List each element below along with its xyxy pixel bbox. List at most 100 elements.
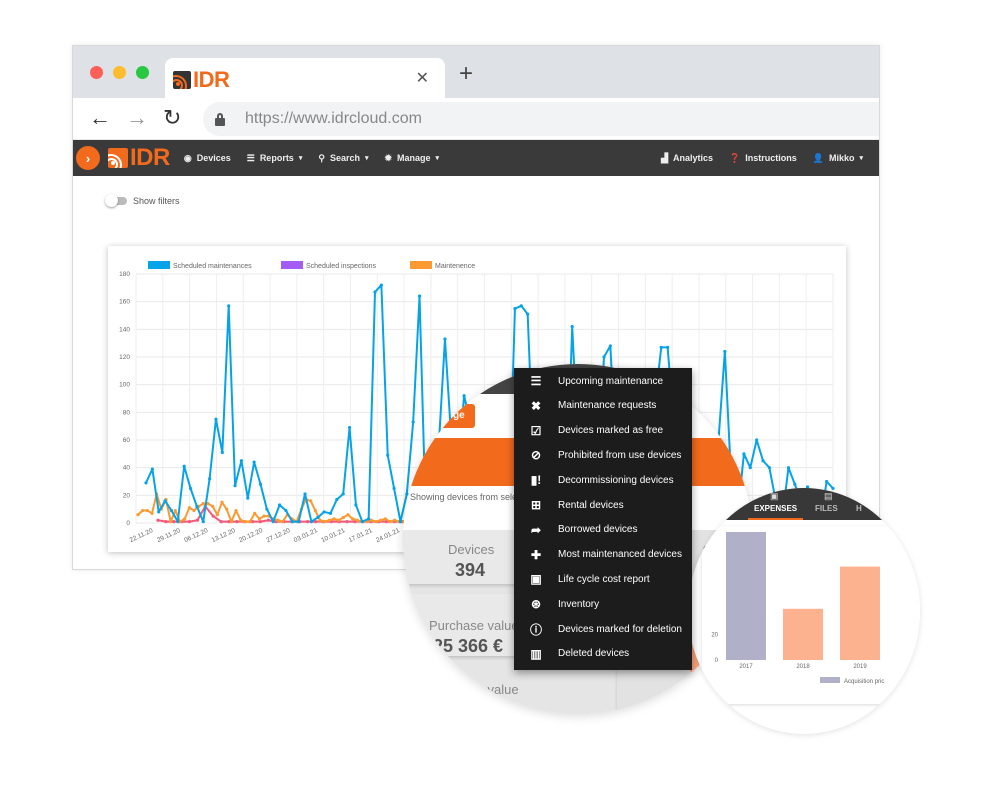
nav-item-devices[interactable]: ◉ Devices <box>184 153 231 164</box>
url-field[interactable]: https://www.idrcloud.com <box>203 102 879 136</box>
menu-item-inventory[interactable]: ⊛ Inventory <box>514 592 692 616</box>
data-point <box>786 466 791 470</box>
data-point <box>187 506 191 510</box>
plus-icon[interactable]: + <box>459 62 473 86</box>
data-point <box>379 518 383 522</box>
y-tick-label: 40 <box>123 465 131 472</box>
data-point <box>392 486 396 491</box>
nav-item-instructions[interactable]: ❓ Instructions <box>729 153 797 164</box>
data-point <box>335 497 339 502</box>
data-point <box>188 486 193 491</box>
window-maximize-button[interactable] <box>136 66 149 79</box>
menu-item-label: Upcoming maintenance <box>558 375 664 387</box>
menu-item-label: Decommissioning devices <box>558 474 674 486</box>
nav-item-reports[interactable]: ☰ Reports ▾ <box>247 153 303 164</box>
stat-label: Devices <box>448 542 495 557</box>
data-point <box>411 420 415 424</box>
arrow-right-icon[interactable]: → <box>126 106 148 130</box>
data-point <box>252 460 256 464</box>
data-point <box>297 520 301 524</box>
data-point <box>761 459 765 463</box>
x-tick-label: 13.12.20 <box>211 527 237 544</box>
tools-icon: ✖ <box>530 398 542 413</box>
menu-item-deleted-devices[interactable]: ▥ Deleted devices <box>514 642 692 666</box>
data-point <box>354 503 358 507</box>
data-point <box>462 394 466 398</box>
nav-right: ▟ Analytics ❓ Instructions 👤 Mikko ▾ <box>661 153 879 164</box>
nav-item-analytics[interactable]: ▟ Analytics <box>661 153 713 164</box>
menu-item-rental-devices[interactable]: ⊞ Rental devices <box>514 493 692 517</box>
window-close-button[interactable] <box>90 66 103 79</box>
menu-item-most-maintenanced-devices[interactable]: ✚ Most maintenanced devices <box>514 543 692 567</box>
data-point <box>182 464 186 468</box>
menu-item-devices-marked-for-deletion[interactable]: ⓘ Devices marked for deletion <box>514 617 692 641</box>
data-point <box>257 517 261 521</box>
sidebar-toggle-button[interactable]: › <box>76 146 100 170</box>
menu-item-decommissioning-devices[interactable]: ▮! Decommissioning devices <box>514 468 692 492</box>
data-point <box>214 417 218 421</box>
data-point <box>367 517 371 521</box>
window-minimize-button[interactable] <box>113 66 126 79</box>
data-point <box>239 459 244 463</box>
data-point <box>793 482 797 486</box>
checklist-icon: ☑ <box>530 423 542 438</box>
y-tick-label: 60 <box>123 437 131 444</box>
x-tick-label: 03.01.21 <box>293 527 319 544</box>
data-point <box>290 520 294 524</box>
data-point <box>323 520 327 524</box>
gear-icon: ✹ <box>384 152 393 163</box>
menu-item-upcoming-maintenance[interactable]: ☰ Upcoming maintenance <box>514 369 692 393</box>
data-point <box>341 492 345 496</box>
browser-tab[interactable]: IDR ✕ <box>165 58 445 98</box>
tab-expenses[interactable]: EXPENSES <box>754 504 797 513</box>
bar <box>840 566 880 660</box>
bar <box>726 532 766 660</box>
x-tick-label: 06.12.20 <box>183 527 209 544</box>
x-tick-label: 27.12.20 <box>265 527 291 544</box>
menu-item-label: Devices marked as free <box>558 425 664 437</box>
arrow-left-icon[interactable]: ← <box>89 106 111 130</box>
search-icon: ⚲ <box>318 152 325 163</box>
data-point <box>666 345 670 349</box>
data-point <box>825 479 829 484</box>
data-point <box>417 294 422 298</box>
data-point <box>150 467 154 471</box>
menu-item-devices-marked-as-free[interactable]: ☑ Devices marked as free <box>514 419 692 443</box>
eye-icon: ◉ <box>183 152 192 163</box>
data-point <box>220 450 224 455</box>
menu-item-borrowed-devices[interactable]: ➦ Borrowed devices <box>514 518 692 542</box>
nav-item-mikko[interactable]: 👤 Mikko ▾ <box>813 153 863 164</box>
show-filters-toggle[interactable]: Show filters <box>105 194 180 207</box>
menu-item-prohibited-from-use-devices[interactable]: ⊘ Prohibited from use devices <box>514 443 692 467</box>
data-point <box>164 520 168 524</box>
x-tick-label: 2018 <box>796 664 810 670</box>
close-icon[interactable]: ✕ <box>416 68 429 88</box>
app-navbar: › IDR ◉ Devices ☰ Reports ▾ ⚲ Search ▾ ✹ Manage ▾ … <box>73 140 879 176</box>
data-point <box>346 513 350 517</box>
data-point <box>284 508 288 513</box>
tab-history[interactable]: H <box>856 504 862 513</box>
data-point <box>239 518 243 522</box>
data-point <box>306 520 310 524</box>
y-tick-label: 140 <box>119 326 130 333</box>
legend-label: Acquisition pric <box>844 679 884 685</box>
device-tabs-bar: ▣ EXPENSES ▤ FILES H <box>688 488 920 520</box>
reload-icon[interactable]: ↻ <box>163 106 181 130</box>
tab-files[interactable]: FILES <box>815 504 838 513</box>
dashboard-orange-button[interactable]: ge <box>423 404 475 428</box>
data-point <box>313 508 317 513</box>
data-point <box>144 481 148 485</box>
x-tick-label: 2017 <box>739 664 753 670</box>
nav-item-label: Devices <box>196 153 231 163</box>
app-logo[interactable]: IDR <box>108 144 170 172</box>
menu-item-maintenance-requests[interactable]: ✖ Maintenance requests <box>514 394 692 418</box>
nav-item-search[interactable]: ⚲ Search ▾ <box>318 153 368 164</box>
address-bar: ← → ↻ https://www.idrcloud.com <box>73 98 879 140</box>
nav-item-manage[interactable]: ✹ Manage ▾ <box>384 153 439 164</box>
data-point <box>172 520 176 524</box>
menu-item-life-cycle-cost-report[interactable]: ▣ Life cycle cost report <box>514 567 692 591</box>
y-tick-label: 180 <box>119 271 130 278</box>
help-icon: ❓ <box>729 152 741 163</box>
data-point <box>723 349 727 354</box>
url-text: https://www.idrcloud.com <box>245 110 422 127</box>
